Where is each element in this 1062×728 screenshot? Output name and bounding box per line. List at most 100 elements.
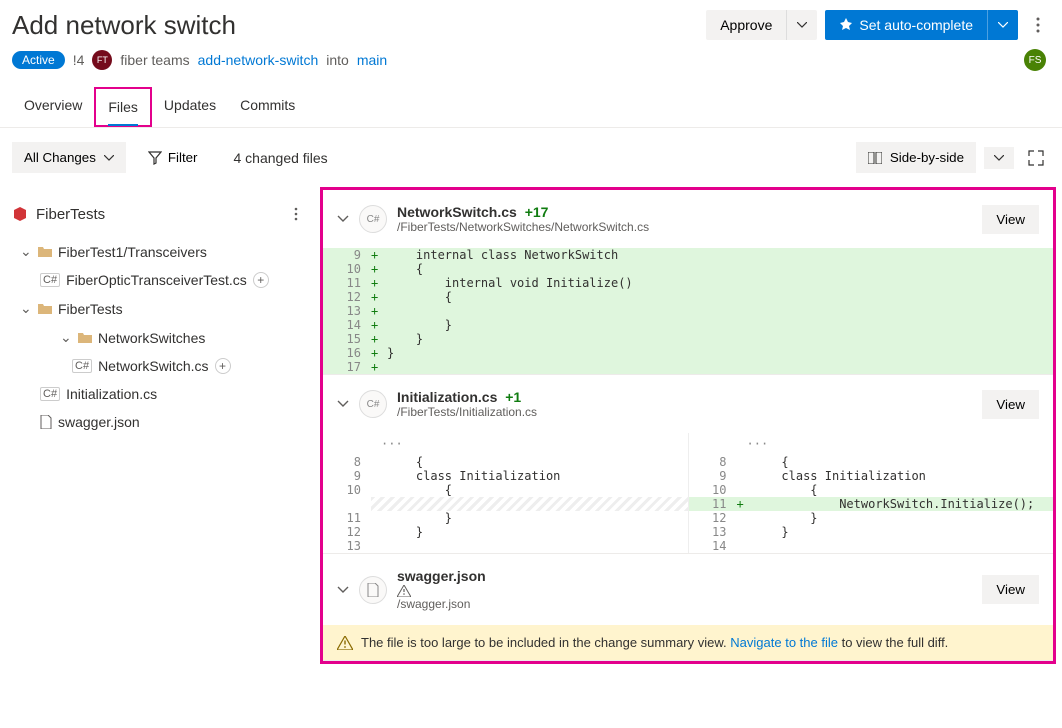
tree-file[interactable]: swagger.json — [0, 408, 320, 436]
view-mode-label: Side-by-side — [890, 150, 964, 165]
csharp-icon: C# — [359, 390, 387, 418]
expand-context[interactable]: ··· — [323, 433, 688, 455]
expand-icon — [1028, 150, 1044, 166]
autocomplete-chevron[interactable] — [987, 10, 1018, 40]
user-avatar: FS — [1024, 49, 1046, 71]
view-file-button[interactable]: View — [982, 575, 1039, 604]
tree-label: NetworkSwitch.cs — [98, 358, 208, 374]
file-diff-card: swagger.json /swagger.json View The file… — [323, 554, 1053, 661]
more-actions-button[interactable] — [1026, 11, 1050, 39]
tab-commits[interactable]: Commits — [228, 87, 307, 127]
code-line: 13+ — [323, 304, 1053, 318]
set-autocomplete-button[interactable]: Set auto-complete — [825, 10, 987, 40]
tree-folder[interactable]: ⌄ NetworkSwitches — [0, 323, 320, 352]
file-name: Initialization.cs — [397, 389, 497, 405]
chevron-down-icon: ⌄ — [20, 300, 32, 317]
code-block: 9+ internal class NetworkSwitch10+ {11+ … — [323, 248, 1053, 374]
view-file-button[interactable]: View — [982, 205, 1039, 234]
diff-split: ···8 {9 class Initialization10 {11 }12 }… — [323, 433, 1053, 553]
csharp-icon: C# — [359, 205, 387, 233]
navigate-to-file-link[interactable]: Navigate to the file — [730, 635, 838, 650]
code-line: 10 { — [689, 483, 1054, 497]
code-line: 14 — [689, 539, 1054, 553]
chevron-down-icon — [104, 155, 114, 161]
changed-files-count: 4 changed files — [234, 150, 328, 166]
file-path: /swagger.json — [397, 597, 492, 611]
status-badge: Active — [12, 51, 65, 69]
chevron-down-icon: ⌄ — [60, 329, 72, 346]
chevron-down-icon — [994, 155, 1004, 161]
filter-icon — [148, 151, 162, 165]
file-path: /FiberTests/NetworkSwitches/NetworkSwitc… — [397, 220, 649, 234]
file-delta: +1 — [505, 389, 521, 405]
tree-file[interactable]: C# FiberOpticTransceiverTest.cs + — [0, 266, 320, 294]
csharp-icon: C# — [40, 387, 60, 401]
expand-context[interactable]: ··· — [689, 433, 1054, 455]
chevron-down-icon: ⌄ — [20, 243, 32, 260]
tree-label: NetworkSwitches — [98, 330, 205, 346]
tab-overview[interactable]: Overview — [12, 87, 94, 127]
approve-chevron[interactable] — [786, 10, 817, 40]
code-line: 9 class Initialization — [689, 469, 1054, 483]
target-branch-link[interactable]: main — [357, 52, 387, 68]
chevron-down-icon — [998, 22, 1008, 28]
page-title: Add network switch — [12, 10, 236, 41]
repo-more-button[interactable] — [284, 201, 308, 227]
code-line: 15+ } — [323, 332, 1053, 346]
code-line: 13 — [323, 539, 688, 553]
tab-files[interactable]: Files — [94, 87, 152, 127]
view-mode-chevron[interactable] — [984, 147, 1014, 169]
code-line: 14+ } — [323, 318, 1053, 332]
chevron-down-icon — [337, 215, 349, 223]
set-autocomplete-label: Set auto-complete — [859, 17, 973, 33]
all-changes-label: All Changes — [24, 150, 96, 165]
file-diff-card: C# NetworkSwitch.cs +17 /FiberTests/Netw… — [323, 190, 1053, 375]
diff-area: C# NetworkSwitch.cs +17 /FiberTests/Netw… — [320, 187, 1056, 664]
file-path: /FiberTests/Initialization.cs — [397, 405, 537, 419]
view-file-button[interactable]: View — [982, 390, 1039, 419]
collapse-toggle[interactable] — [337, 215, 349, 223]
file-diff-card: C# Initialization.cs +1 /FiberTests/Init… — [323, 375, 1053, 554]
approve-button[interactable]: Approve — [706, 10, 786, 40]
code-line: 11+ internal void Initialize() — [323, 276, 1053, 290]
view-mode-select[interactable]: Side-by-side — [856, 142, 976, 173]
tree-file[interactable]: C# NetworkSwitch.cs + — [0, 352, 320, 380]
tab-updates[interactable]: Updates — [152, 87, 228, 127]
filter-label: Filter — [168, 150, 198, 165]
kebab-icon — [294, 207, 298, 221]
file-icon — [40, 415, 52, 429]
into-label: into — [326, 52, 349, 68]
source-branch-link[interactable]: add-network-switch — [198, 52, 319, 68]
warning-icon — [397, 585, 492, 597]
chevron-down-icon — [337, 586, 349, 594]
code-line: 17+ — [323, 360, 1053, 374]
code-line: 10 { — [323, 483, 688, 497]
repo-icon — [12, 206, 28, 222]
folder-icon — [78, 332, 92, 344]
approve-split[interactable]: Approve — [706, 10, 817, 40]
code-line: 11+ NetworkSwitch.Initialize(); — [689, 497, 1054, 511]
team-avatar: FT — [92, 50, 112, 70]
filter-button[interactable]: Filter — [136, 142, 210, 173]
tree-folder[interactable]: ⌄ FiberTests — [0, 294, 320, 323]
tree-folder[interactable]: ⌄ FiberTest1/Transceivers — [0, 237, 320, 266]
file-delta: +17 — [525, 204, 549, 220]
warning-text-tail: to view the full diff. — [842, 635, 949, 650]
collapse-toggle[interactable] — [337, 586, 349, 594]
file-name: swagger.json — [397, 568, 486, 584]
tree-label: swagger.json — [58, 414, 140, 430]
added-indicator-icon: + — [215, 358, 231, 374]
repo-name: FiberTests — [36, 206, 105, 223]
tree-file[interactable]: C# Initialization.cs — [0, 380, 320, 408]
csharp-icon: C# — [40, 273, 60, 287]
fullscreen-button[interactable] — [1022, 144, 1050, 172]
code-line: 9 class Initialization — [323, 469, 688, 483]
pr-id: !4 — [73, 52, 85, 68]
all-changes-dropdown[interactable]: All Changes — [12, 142, 126, 173]
file-icon — [359, 576, 387, 604]
folder-icon — [38, 246, 52, 258]
code-line: 12+ { — [323, 290, 1053, 304]
file-name: NetworkSwitch.cs — [397, 204, 517, 220]
collapse-toggle[interactable] — [337, 400, 349, 408]
autocomplete-split[interactable]: Set auto-complete — [825, 10, 1018, 40]
